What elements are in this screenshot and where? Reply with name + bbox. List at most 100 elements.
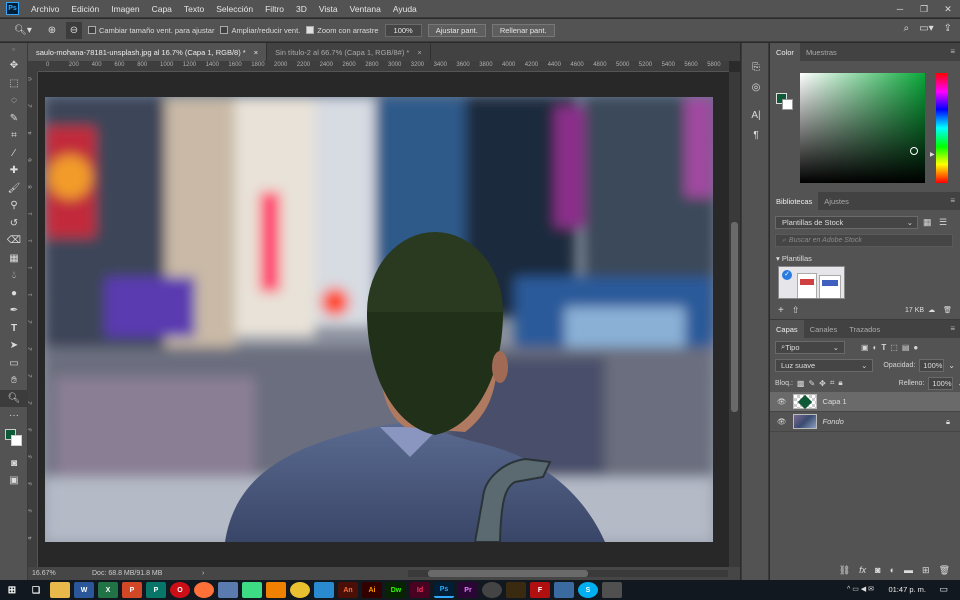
filter-adjustment-icon[interactable]: ◐: [873, 343, 878, 352]
hue-slider[interactable]: [936, 73, 948, 183]
close-tab-icon[interactable]: ×: [254, 48, 258, 57]
hand-tool-icon[interactable]: ✋︎: [0, 372, 28, 390]
publisher-icon[interactable]: P: [146, 582, 166, 598]
notifications-icon[interactable]: ▭: [939, 584, 948, 595]
system-tray[interactable]: ^ ▭ ◀ ✉: [847, 585, 874, 593]
canvas-area[interactable]: [38, 72, 729, 567]
close-window-icon[interactable]: ✕: [936, 0, 960, 18]
horizontal-scrollbar[interactable]: [408, 570, 728, 577]
fill-field[interactable]: 100%: [928, 376, 954, 390]
menu-filtro[interactable]: Filtro: [259, 4, 290, 14]
powerpoint-icon[interactable]: P: [122, 582, 142, 598]
status-arrow-icon[interactable]: ›: [202, 570, 204, 577]
word-icon[interactable]: W: [74, 582, 94, 598]
upload-icon[interactable]: ⇧: [792, 305, 800, 316]
filter-type-icon[interactable]: T: [881, 343, 886, 352]
quick-selection-tool-icon[interactable]: ✎: [0, 110, 28, 128]
delete-icon[interactable]: 🗑︎: [943, 306, 952, 314]
app-icon[interactable]: [602, 582, 622, 598]
tab-channels[interactable]: Canales: [804, 320, 844, 338]
layer-name[interactable]: Fondo: [823, 417, 844, 426]
dreamweaver-icon[interactable]: Dw: [386, 582, 406, 598]
filter-pixel-icon[interactable]: ▣: [861, 343, 869, 352]
brush-tool-icon[interactable]: 🖌︎: [0, 180, 28, 198]
tab-layers[interactable]: Capas: [770, 320, 804, 338]
link-layers-icon[interactable]: ⛓: [839, 565, 850, 576]
menu-edicion[interactable]: Edición: [65, 4, 105, 14]
animate-icon[interactable]: An: [338, 582, 358, 598]
new-layer-icon[interactable]: ⊞: [922, 565, 930, 576]
path-selection-tool-icon[interactable]: ➤: [0, 337, 28, 355]
panel-menu-icon[interactable]: ≡: [950, 324, 955, 333]
library-select[interactable]: Plantillas de Stock ⌄: [775, 216, 918, 229]
clone-stamp-tool-icon[interactable]: ⚲: [0, 197, 28, 215]
fill-screen-button[interactable]: Rellenar pant.: [491, 23, 555, 37]
menu-vista[interactable]: Vista: [313, 4, 344, 14]
lock-position-icon[interactable]: ✥: [819, 379, 826, 388]
task-view-icon[interactable]: ❏: [26, 582, 46, 598]
tab-color[interactable]: Color: [770, 43, 800, 61]
3d-app-icon[interactable]: [314, 582, 334, 598]
lock-pixels-icon[interactable]: ✎: [808, 379, 815, 388]
history-brush-tool-icon[interactable]: ↺: [0, 215, 28, 233]
file-explorer-icon[interactable]: [50, 582, 70, 598]
background-color-swatch[interactable]: [782, 99, 793, 110]
grid-view-icon[interactable]: ▦: [923, 217, 932, 228]
vertical-scrollbar[interactable]: [729, 72, 740, 567]
zoom-in-icon[interactable]: ⊕: [44, 22, 60, 39]
scrubby-zoom-checkbox[interactable]: Zoom con arrastre: [306, 26, 379, 35]
ruler-origin[interactable]: [28, 61, 38, 72]
vlc-icon[interactable]: [266, 582, 286, 598]
firefox-icon[interactable]: [194, 582, 214, 598]
templates-group[interactable]: ▾ Plantillas: [776, 254, 812, 263]
minimize-icon[interactable]: ─: [888, 0, 912, 18]
layer-filter-select[interactable]: ⌕ Tipo ⌄: [775, 340, 845, 354]
quick-mask-icon[interactable]: ◙: [0, 455, 28, 473]
flash-icon[interactable]: F: [530, 582, 550, 598]
properties-panel-icon[interactable]: ◎: [742, 77, 770, 97]
delete-layer-icon[interactable]: 🗑︎: [939, 565, 950, 576]
menu-imagen[interactable]: Imagen: [105, 4, 145, 14]
illustrator-icon[interactable]: Ai: [362, 582, 382, 598]
layer-style-icon[interactable]: fx: [859, 565, 866, 575]
character-panel-icon[interactable]: A|: [742, 105, 770, 125]
cloud-sync-icon[interactable]: ☁: [928, 306, 935, 314]
zoom-out-icon[interactable]: ⊖: [66, 21, 82, 39]
vertical-scroll-thumb[interactable]: [731, 222, 738, 412]
cube-app-icon[interactable]: [218, 582, 238, 598]
workspace-icon[interactable]: ▭▾: [919, 23, 933, 34]
lock-transparency-icon[interactable]: ▩: [797, 379, 805, 388]
template-thumbnail[interactable]: ✓: [778, 266, 845, 299]
premiere-icon[interactable]: Pr: [458, 582, 478, 598]
background-color-swatch[interactable]: [11, 434, 22, 446]
marquee-tool-icon[interactable]: ⬚: [0, 75, 28, 93]
skype-icon[interactable]: S: [578, 582, 598, 598]
visibility-eye-icon[interactable]: 👁︎: [777, 417, 787, 426]
visibility-eye-icon[interactable]: 👁︎: [777, 397, 787, 406]
restore-icon[interactable]: ❐: [912, 0, 936, 18]
panel-menu-icon[interactable]: ≡: [950, 47, 955, 56]
bridge-icon[interactable]: [506, 582, 526, 598]
panel-menu-icon[interactable]: ≡: [950, 196, 955, 205]
stock-search-input[interactable]: ⌕ Buscar en Adobe Stock: [775, 234, 953, 247]
healing-brush-tool-icon[interactable]: ✚: [0, 162, 28, 180]
history-panel-icon[interactable]: ⎘: [742, 57, 770, 77]
filter-smart-object-icon[interactable]: ▤: [902, 343, 910, 352]
crop-tool-icon[interactable]: ⌗: [0, 127, 28, 145]
share-icon[interactable]: ⇪: [944, 23, 952, 34]
media-app-icon[interactable]: [482, 582, 502, 598]
new-group-icon[interactable]: ▬: [904, 565, 913, 575]
more-tools-icon[interactable]: ···: [0, 407, 28, 425]
search-icon[interactable]: ⌕: [904, 23, 910, 34]
screen-mode-icon[interactable]: ▣: [0, 472, 28, 490]
fit-screen-button[interactable]: Ajustar pant.: [427, 23, 486, 37]
gradient-tool-icon[interactable]: ▦: [0, 250, 28, 268]
color-picker-cursor[interactable]: [910, 147, 918, 155]
menu-3d[interactable]: 3D: [290, 4, 313, 14]
indesign-icon[interactable]: Id: [410, 582, 430, 598]
tab-libraries[interactable]: Bibliotecas: [770, 192, 819, 210]
add-content-icon[interactable]: +: [778, 305, 784, 316]
rectangle-tool-icon[interactable]: ▭: [0, 355, 28, 373]
opacity-field[interactable]: 100%: [919, 358, 945, 372]
horizontal-scroll-thumb[interactable]: [428, 570, 588, 577]
